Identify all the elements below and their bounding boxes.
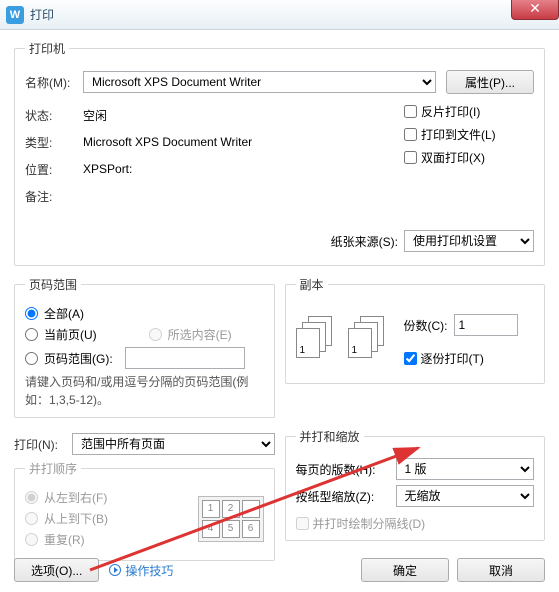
copies-count-label: 份数(C): — [404, 317, 448, 334]
type-label: 类型: — [25, 134, 83, 151]
print-to-file-checkbox[interactable]: 打印到文件(L) — [404, 126, 534, 143]
ok-button[interactable]: 确定 — [361, 558, 449, 582]
range-pages-radio[interactable]: 页码范围(G): — [25, 347, 264, 369]
paper-source-select[interactable]: 使用打印机设置 — [404, 230, 534, 252]
close-button[interactable]: ✕ — [511, 0, 559, 20]
paper-source-label: 纸张来源(S): — [331, 233, 398, 250]
order-ltr-radio: 从左到右(F) — [25, 489, 198, 506]
order-repeat-radio: 重复(R) — [25, 531, 198, 548]
copies-count-input[interactable] — [454, 314, 518, 336]
order-legend: 并打顺序 — [25, 460, 81, 477]
properties-button[interactable]: 属性(P)... — [446, 70, 534, 94]
copies-legend: 副本 — [296, 276, 328, 293]
range-legend: 页码范围 — [25, 276, 81, 293]
collate-preview-icon: 3 2 1 — [296, 316, 334, 360]
play-icon — [109, 564, 121, 576]
order-ttb-radio: 从上到下(B) — [25, 510, 198, 527]
comment-label: 备注: — [25, 188, 83, 205]
print-what-select[interactable]: 范围中所有页面 — [72, 433, 275, 455]
scale-to-select[interactable]: 无缩放 — [396, 485, 535, 507]
name-label: 名称(M): — [25, 74, 83, 91]
range-all-radio[interactable]: 全部(A) — [25, 305, 264, 322]
range-group: 页码范围 全部(A) 当前页(U) 所选内容(E) 页码范围(G): 请键入页码… — [14, 276, 275, 418]
order-group: 并打顺序 从左到右(F) 从上到下(B) 重复(R) 12 456 — [14, 460, 275, 561]
scale-legend: 并打和缩放 — [296, 428, 364, 445]
range-current-radio[interactable]: 当前页(U) — [25, 326, 97, 343]
range-hint: 请键入页码和/或用逗号分隔的页码范围(例如：1,3,5-12)。 — [25, 373, 264, 409]
status-value: 空闲 — [83, 107, 107, 124]
draw-lines-checkbox: 并打时绘制分隔线(D) — [296, 515, 535, 532]
per-sheet-label: 每页的版数(H): — [296, 461, 396, 478]
print-what-label: 打印(N): — [14, 436, 72, 453]
status-label: 状态: — [25, 107, 83, 124]
printer-legend: 打印机 — [25, 40, 69, 57]
scale-group: 并打和缩放 每页的版数(H):1 版 按纸型缩放(Z):无缩放 并打时绘制分隔线… — [285, 428, 546, 541]
range-pages-input[interactable] — [125, 347, 245, 369]
duplex-checkbox[interactable]: 双面打印(X) — [404, 149, 534, 166]
copies-group: 副本 3 2 1 3 2 1 — [285, 276, 546, 384]
location-value: XPSPort: — [83, 162, 132, 176]
collate-preview-icon: 3 2 1 — [348, 316, 386, 360]
options-button[interactable]: 选项(O)... — [14, 558, 99, 582]
app-icon: W — [6, 6, 24, 24]
cancel-button[interactable]: 取消 — [457, 558, 545, 582]
type-value: Microsoft XPS Document Writer — [83, 135, 252, 149]
tips-link[interactable]: 操作技巧 — [109, 562, 173, 579]
reverse-print-checkbox[interactable]: 反片打印(I) — [404, 103, 534, 120]
order-preview-icon: 12 456 — [198, 496, 264, 542]
range-selection-radio: 所选内容(E) — [149, 326, 232, 343]
printer-group: 打印机 名称(M): Microsoft XPS Document Writer… — [14, 40, 545, 266]
location-label: 位置: — [25, 161, 83, 178]
per-sheet-select[interactable]: 1 版 — [396, 458, 535, 480]
scale-to-label: 按纸型缩放(Z): — [296, 488, 396, 505]
window-title: 打印 — [30, 6, 54, 23]
collate-checkbox[interactable]: 逐份打印(T) — [404, 350, 518, 367]
printer-name-select[interactable]: Microsoft XPS Document Writer — [83, 71, 436, 93]
